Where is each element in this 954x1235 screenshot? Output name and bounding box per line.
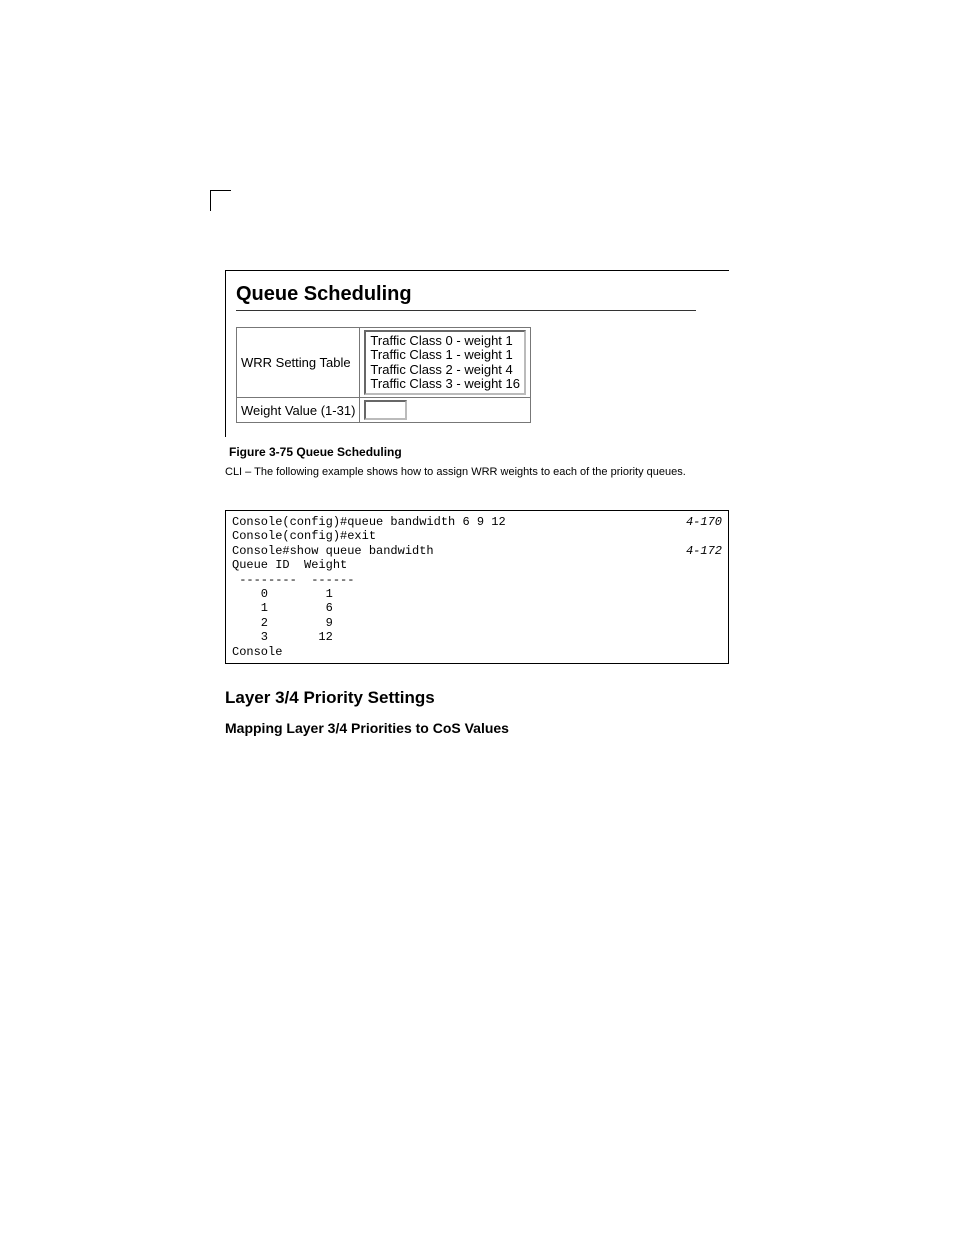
- cli-line: 1 6: [232, 601, 333, 615]
- weight-label-cell: Weight Value (1-31): [237, 398, 360, 423]
- wrr-form: WRR Setting Table Traffic Class 0 - weig…: [236, 327, 531, 423]
- cli-ref: 4-172: [686, 544, 722, 558]
- weight-input-cell: [360, 398, 531, 423]
- cli-line: Console(config)#exit: [232, 529, 376, 543]
- cli-output: Console(config)#queue bandwidth 6 9 12 4-…: [225, 510, 729, 664]
- cli-line: Queue ID Weight: [232, 558, 347, 572]
- cli-ref: 4-170: [686, 515, 722, 529]
- cli-line: 2 9: [232, 616, 333, 630]
- section-heading: Layer 3/4 Priority Settings: [225, 688, 729, 708]
- list-item[interactable]: Traffic Class 2 - weight 4: [370, 363, 520, 377]
- cli-intro: CLI – The following example shows how to…: [225, 465, 729, 480]
- crop-mark: [210, 190, 231, 211]
- cli-line: 3 12: [232, 630, 333, 644]
- list-item[interactable]: Traffic Class 1 - weight 1: [370, 348, 520, 362]
- cli-line: Console: [232, 645, 282, 659]
- figure-caption: Figure 3-75 Queue Scheduling: [229, 445, 729, 459]
- cli-line: Console(config)#queue bandwidth 6 9 12: [232, 515, 506, 529]
- subsection-heading: Mapping Layer 3/4 Priorities to CoS Valu…: [225, 720, 729, 736]
- list-item[interactable]: Traffic Class 3 - weight 16: [370, 377, 520, 391]
- panel-title: Queue Scheduling: [236, 283, 717, 306]
- queue-scheduling-panel: Queue Scheduling WRR Setting Table Traff…: [225, 270, 729, 437]
- wrr-listbox[interactable]: Traffic Class 0 - weight 1 Traffic Class…: [364, 330, 526, 395]
- panel-rule: [236, 310, 696, 311]
- cli-line: 0 1: [232, 587, 333, 601]
- list-item[interactable]: Traffic Class 0 - weight 1: [370, 334, 520, 348]
- cli-line: -------- ------: [232, 573, 354, 587]
- weight-value-input[interactable]: [364, 400, 407, 420]
- wrr-label-cell: WRR Setting Table: [237, 328, 360, 398]
- wrr-listbox-cell: Traffic Class 0 - weight 1 Traffic Class…: [360, 328, 531, 398]
- cli-line: Console#show queue bandwidth: [232, 544, 434, 558]
